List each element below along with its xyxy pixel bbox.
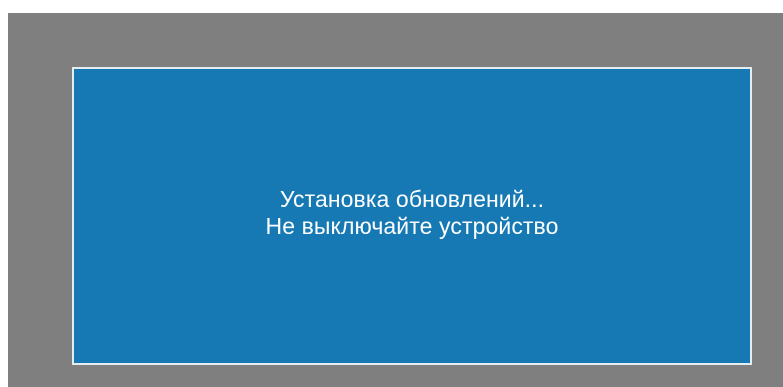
do-not-turn-off-text: Не выключайте устройство [265, 213, 559, 239]
update-message: Установка обновлений... Не выключайте ус… [74, 186, 750, 240]
update-screen: Установка обновлений... Не выключайте ус… [72, 67, 752, 365]
device-frame: Установка обновлений... Не выключайте ус… [8, 13, 783, 387]
installing-updates-text: Установка обновлений... [279, 186, 545, 212]
